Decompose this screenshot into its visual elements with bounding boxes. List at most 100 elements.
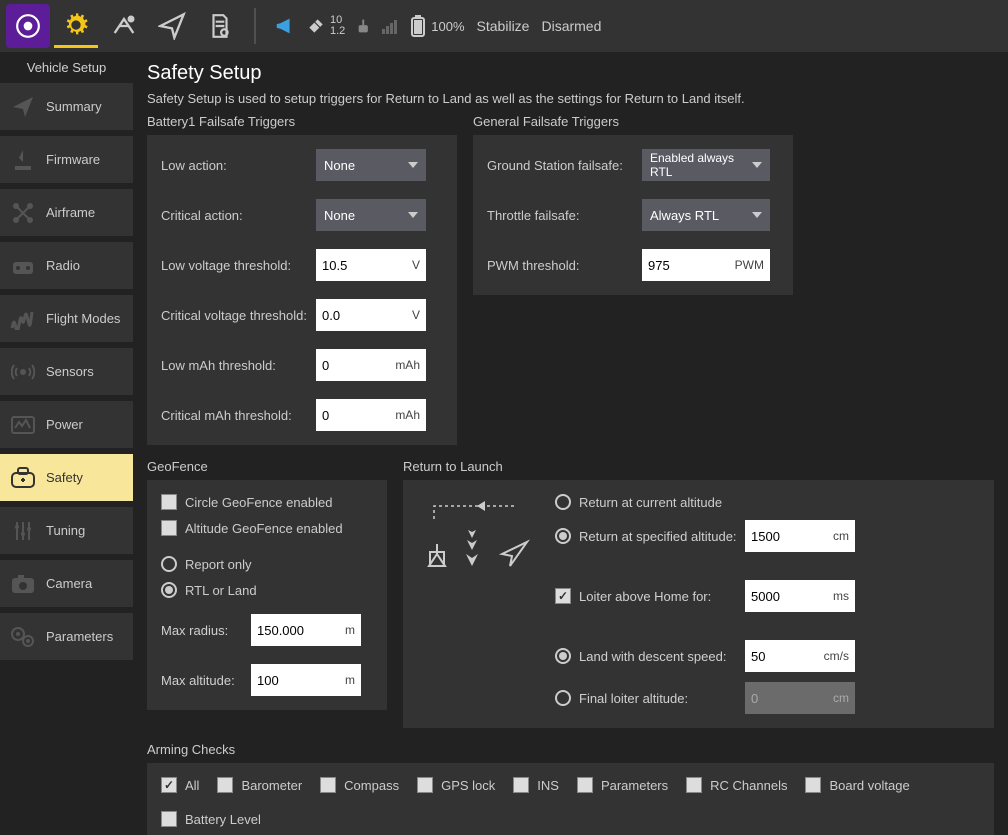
critical-voltage-label: Critical voltage threshold: [161,308,316,323]
sidebar-item-power[interactable]: Power [0,401,133,448]
sidebar-item-parameters[interactable]: Parameters [0,613,133,660]
arming-check-gps-lock[interactable]: GPS lock [417,777,495,793]
low-voltage-input[interactable]: 10.5V [316,249,426,281]
content-area: Safety Setup Safety Setup is used to set… [133,52,1008,835]
chevron-down-icon [408,212,418,218]
checkbox-icon [161,494,177,510]
sidebar-item-sensors[interactable]: Sensors [0,348,133,395]
gcs-failsafe-label: Ground Station failsafe: [487,158,642,173]
flight-mode-indicator[interactable]: Stabilize [477,18,530,34]
spec-alt-input[interactable]: 1500cm [745,520,855,552]
arming-check-all[interactable]: All [161,777,199,793]
sidebar-item-label: Tuning [46,523,85,538]
document-search-icon [207,13,233,39]
pwm-threshold-input[interactable]: 975PWM [642,249,770,281]
critical-voltage-input[interactable]: 0.0V [316,299,426,331]
megaphone-icon [274,15,296,37]
fly-tab-button[interactable] [150,4,194,48]
setup-tab-button[interactable] [54,4,98,48]
sidebar-item-label: Airframe [46,205,95,220]
download-icon [10,147,36,173]
low-mah-input[interactable]: 0mAh [316,349,426,381]
descent-speed-input[interactable]: 50cm/s [745,640,855,672]
low-action-dropdown[interactable]: None [316,149,426,181]
battery-failsafe-title: Battery1 Failsafe Triggers [147,114,457,129]
checkbox-icon [577,777,593,793]
max-altitude-input[interactable]: 100m [251,664,361,696]
arming-check-barometer[interactable]: Barometer [217,777,302,793]
sidebar-item-label: Safety [46,470,83,485]
camera-icon [10,571,36,597]
parameters-icon [10,624,36,650]
report-only-radio[interactable]: Report only [161,556,373,572]
messages-indicator[interactable] [274,15,296,37]
radio-icon [161,556,177,572]
return-spec-alt-radio[interactable]: Return at specified altitude: [555,528,745,544]
sidebar-item-label: Camera [46,576,92,591]
max-altitude-label: Max altitude: [161,673,251,688]
final-loiter-input: 0cm [745,682,855,714]
pwm-threshold-label: PWM threshold: [487,258,642,273]
sidebar-item-tuning[interactable]: Tuning [0,507,133,554]
chevron-down-icon [408,162,418,168]
critical-mah-input[interactable]: 0mAh [316,399,426,431]
sidebar-item-label: Parameters [46,629,113,644]
checkbox-icon [217,777,233,793]
rtl-diagram [417,494,537,714]
page-title: Safety Setup [147,62,994,85]
radio-icon [555,690,571,706]
sidebar-item-label: Radio [46,258,80,273]
arming-checks-title: Arming Checks [147,742,994,757]
rtl-path-icon [422,494,532,574]
sidebar-item-label: Sensors [46,364,94,379]
radio-icon [555,528,571,544]
arming-check-rc-channels[interactable]: RC Channels [686,777,787,793]
arming-checks-panel: All Barometer Compass GPS lock INS Param… [147,763,994,835]
sidebar-item-firmware[interactable]: Firmware [0,136,133,183]
arming-check-parameters[interactable]: Parameters [577,777,668,793]
return-current-alt-radio[interactable]: Return at current altitude [555,494,980,510]
altitude-geofence-checkbox[interactable]: Altitude GeoFence enabled [161,520,373,536]
sidebar-item-camera[interactable]: Camera [0,560,133,607]
rtl-title: Return to Launch [403,459,994,474]
paper-plane-icon [158,12,186,40]
sidebar-item-radio[interactable]: Radio [0,242,133,289]
app-logo-button[interactable] [6,4,50,48]
arming-check-ins[interactable]: INS [513,777,559,793]
circle-geofence-checkbox[interactable]: Circle GeoFence enabled [161,494,373,510]
final-loiter-radio[interactable]: Final loiter altitude: [555,690,745,706]
arming-check-board-voltage[interactable]: Board voltage [805,777,909,793]
checkbox-icon [320,777,336,793]
battery-failsafe-panel: Low action: None Critical action: None L… [147,135,457,445]
checkbox-icon [805,777,821,793]
loiter-time-input[interactable]: 5000ms [745,580,855,612]
radio-icon [555,648,571,664]
throttle-failsafe-dropdown[interactable]: Always RTL [642,199,770,231]
arming-check-battery-level[interactable]: Battery Level [161,811,261,827]
max-radius-input[interactable]: 150.000m [251,614,361,646]
checkbox-icon [417,777,433,793]
arming-check-compass[interactable]: Compass [320,777,399,793]
page-description: Safety Setup is used to setup triggers f… [147,91,994,106]
sensors-icon [10,359,36,385]
critical-action-label: Critical action: [161,208,316,223]
general-failsafe-panel: Ground Station failsafe: Enabled always … [473,135,793,295]
paper-plane-icon [10,94,36,120]
gps-indicator[interactable]: 10 1.2 [306,15,345,37]
low-mah-label: Low mAh threshold: [161,358,316,373]
analyze-tab-button[interactable] [198,4,242,48]
arm-state-indicator[interactable]: Disarmed [541,18,601,34]
rc-indicator[interactable] [355,17,399,35]
plan-tab-button[interactable] [102,4,146,48]
sidebar-item-summary[interactable]: Summary [0,83,133,130]
critical-action-dropdown[interactable]: None [316,199,426,231]
loiter-checkbox[interactable]: Loiter above Home for: [555,588,745,604]
sidebar-item-safety[interactable]: Safety [0,454,133,501]
waypoint-icon [110,12,138,40]
battery-indicator[interactable]: 100% [409,14,464,38]
rtl-or-land-radio[interactable]: RTL or Land [161,582,373,598]
sidebar-item-airframe[interactable]: Airframe [0,189,133,236]
land-descent-radio[interactable]: Land with descent speed: [555,648,745,664]
sidebar-item-flight-modes[interactable]: Flight Modes [0,295,133,342]
gcs-failsafe-dropdown[interactable]: Enabled always RTL [642,149,770,181]
